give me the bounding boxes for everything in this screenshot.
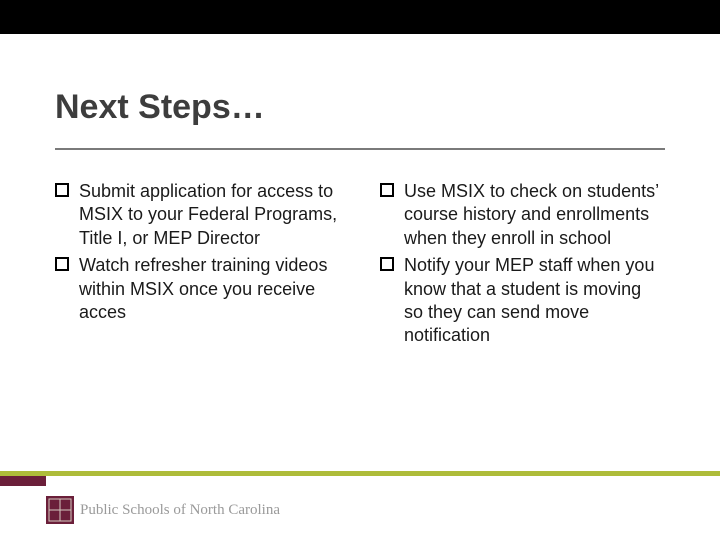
top-bar (0, 0, 720, 34)
slide: Next Steps… Submit application for acces… (0, 0, 720, 540)
list-item-text: Submit application for access to MSIX to… (79, 180, 340, 250)
list-item: Submit application for access to MSIX to… (55, 180, 340, 250)
list-item: Watch refresher training videos within M… (55, 254, 340, 324)
right-column: Use MSIX to check on students’ course hi… (380, 180, 665, 352)
body-columns: Submit application for access to MSIX to… (55, 180, 665, 352)
square-bullet-icon (55, 257, 69, 271)
footer-accent-olive (0, 471, 720, 476)
left-column: Submit application for access to MSIX to… (55, 180, 340, 352)
title-underline (55, 148, 665, 150)
square-bullet-icon (380, 183, 394, 197)
brand-text: Public Schools of North Carolina (80, 502, 280, 519)
footer-brand: Public Schools of North Carolina (46, 496, 280, 524)
list-item: Use MSIX to check on students’ course hi… (380, 180, 665, 250)
list-item-text: Use MSIX to check on students’ course hi… (404, 180, 665, 250)
list-item: Notify your MEP staff when you know that… (380, 254, 665, 348)
brand-logo-icon (46, 496, 74, 524)
square-bullet-icon (55, 183, 69, 197)
list-item-text: Notify your MEP staff when you know that… (404, 254, 665, 348)
footer-accent-maroon (0, 476, 46, 486)
list-item-text: Watch refresher training videos within M… (79, 254, 340, 324)
slide-title: Next Steps… (55, 88, 265, 127)
square-bullet-icon (380, 257, 394, 271)
